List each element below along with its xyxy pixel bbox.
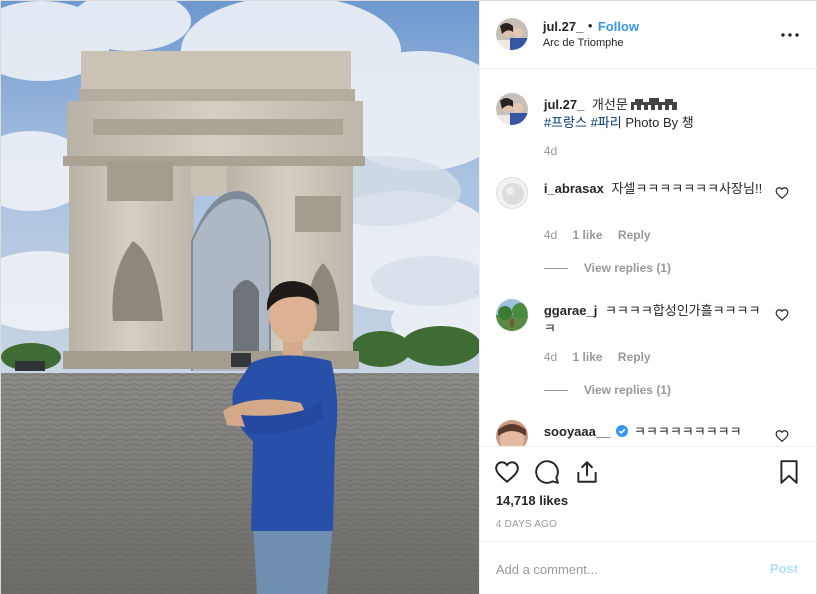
separator-dot: • (587, 18, 593, 33)
view-replies-button[interactable]: View replies (1) (543, 383, 671, 397)
caption-main-text: 개선문 (591, 97, 628, 112)
commenter-avatar[interactable] (495, 177, 528, 209)
author-username[interactable]: jul.27_ (543, 19, 583, 34)
avatar-image (496, 178, 527, 208)
arc-de-triomphe-photo (1, 1, 479, 594)
author-avatar[interactable] (495, 18, 528, 50)
post-photo[interactable] (1, 1, 479, 594)
like-comment-heart-icon[interactable] (775, 186, 789, 200)
follow-button[interactable]: Follow (598, 19, 639, 34)
post-comment-button[interactable]: Post (770, 561, 798, 576)
bookmark-icon[interactable] (776, 459, 802, 485)
comment-time[interactable]: 4d (544, 350, 557, 364)
comment-content: 자셀ㅋㅋㅋㅋㅋㅋㅋ사장님!! (611, 181, 763, 196)
reply-button[interactable]: Reply (618, 350, 651, 364)
commenter-username[interactable]: ggarae_j (544, 303, 597, 318)
comment-composer: Post (479, 541, 817, 594)
caption-meta: 4d (544, 144, 569, 158)
comment-likes[interactable]: 1 like (573, 350, 603, 364)
building-emoji-icon (631, 98, 678, 110)
instagram-post: jul.27_ • Follow Arc de Triomphe jul.27_… (0, 0, 817, 594)
heart-icon[interactable] (494, 459, 520, 485)
commenter-username[interactable]: sooyaaa__ (544, 424, 611, 439)
avatar-image (495, 18, 528, 50)
add-comment-input[interactable] (495, 558, 756, 580)
caption: jul.27_ 개선문 #프랑스 #파리 Photo By 챙 4d (495, 93, 802, 163)
commenter-avatar[interactable] (495, 420, 528, 446)
post-timestamp[interactable]: 4 DAYS AGO (496, 519, 557, 530)
comment-content: ㅋㅋㅋㅋㅋㅋㅋㅋㅋ (633, 424, 742, 439)
avatar-image (495, 93, 528, 125)
comment-text: i_abrasax 자셀ㅋㅋㅋㅋㅋㅋㅋ사장님!! (544, 180, 764, 198)
replies-divider (543, 390, 568, 392)
likes-count[interactable]: 14,718 likes (496, 493, 568, 508)
comment-item: sooyaaa__ ㅋㅋㅋㅋㅋㅋㅋㅋㅋ (495, 420, 802, 446)
comment-icon[interactable] (534, 459, 560, 485)
caption-text: jul.27_ 개선문 #프랑스 #파리 Photo By 챙 (544, 96, 764, 132)
comment-item: ggarae_j ㅋㅋㅋㅋ합성인가흘ㅋㅋㅋㅋㅋ 4d 1 like Reply … (495, 299, 802, 409)
like-comment-heart-icon[interactable] (775, 429, 789, 443)
avatar-image (495, 299, 528, 331)
hashtag-link[interactable]: #프랑스 (544, 115, 587, 130)
verified-badge-icon (616, 425, 629, 437)
comment-likes[interactable]: 1 like (573, 228, 603, 242)
view-replies-button[interactable]: View replies (1) (543, 261, 671, 275)
share-icon[interactable] (574, 459, 600, 485)
reply-button[interactable]: Reply (618, 228, 651, 242)
post-header: jul.27_ • Follow Arc de Triomphe (479, 1, 817, 69)
more-dots-icon[interactable] (778, 23, 802, 47)
comment-text: ggarae_j ㅋㅋㅋㅋ합성인가흘ㅋㅋㅋㅋㅋ (544, 302, 764, 338)
caption-username[interactable]: jul.27_ (544, 97, 584, 112)
caption-time[interactable]: 4d (544, 144, 557, 158)
commenter-avatar[interactable] (495, 299, 528, 331)
comment-text: sooyaaa__ ㅋㅋㅋㅋㅋㅋㅋㅋㅋ (544, 423, 764, 441)
post-panel: jul.27_ • Follow Arc de Triomphe jul.27_… (478, 1, 817, 594)
post-actions: 14,718 likes 4 DAYS AGO (479, 446, 817, 541)
view-replies-label: View replies (1) (583, 383, 671, 397)
caption-avatar[interactable] (495, 93, 528, 125)
comment-item: i_abrasax 자셀ㅋㅋㅋㅋㅋㅋㅋ사장님!! 4d 1 like Reply… (495, 177, 802, 287)
like-comment-heart-icon[interactable] (775, 308, 789, 322)
comment-time[interactable]: 4d (544, 228, 557, 242)
comment-meta: 4d 1 like Reply (544, 350, 663, 364)
comments-list[interactable]: jul.27_ 개선문 #프랑스 #파리 Photo By 챙 4d i_abr… (480, 70, 817, 446)
hashtag-link[interactable]: #파리 (591, 115, 622, 130)
avatar-image (495, 420, 528, 446)
commenter-username[interactable]: i_abrasax (544, 181, 604, 196)
caption-credit: Photo By 챙 (625, 115, 694, 130)
post-location[interactable]: Arc de Triomphe (543, 37, 624, 49)
view-replies-label: View replies (1) (583, 261, 671, 275)
replies-divider (543, 268, 568, 270)
comment-meta: 4d 1 like Reply (544, 228, 663, 242)
